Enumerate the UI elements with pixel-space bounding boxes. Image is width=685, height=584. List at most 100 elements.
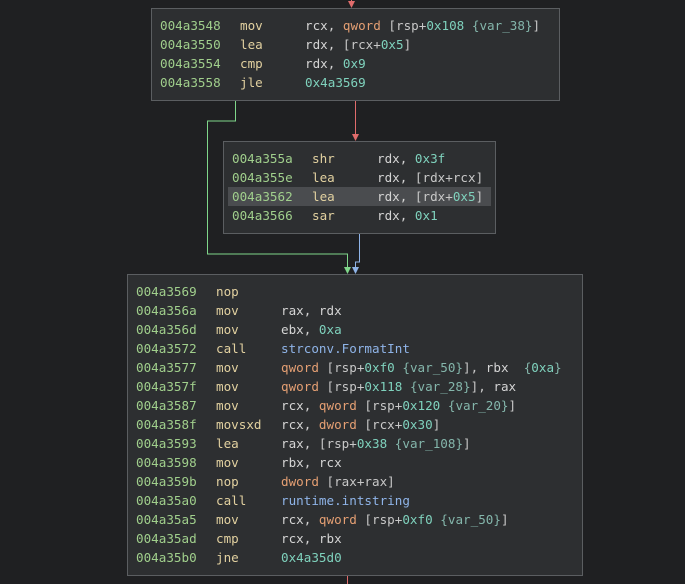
operand-token-num: 0x5 — [452, 189, 476, 204]
operand-token-punct — [464, 18, 472, 33]
instruction-address[interactable]: 004a3550 — [160, 35, 221, 54]
instruction-mnemonic: lea — [312, 189, 335, 204]
instruction-address[interactable]: 004a3593 — [136, 434, 197, 453]
instruction-line[interactable]: 004a3577 mov qword [rsp+0xf0 {var_50}], rb… — [132, 358, 578, 377]
operand-token-punct: [rsp+ — [326, 360, 365, 375]
instruction-mnemonic: mov — [216, 360, 239, 375]
basic-block-004a3548[interactable]: 004a3548 mov rcx, qword [rsp+0x108 {var_38… — [151, 8, 560, 101]
basic-block-004a355a[interactable]: 004a355a shr rdx, 0x3f 004a355e lea rdx, [rdx… — [223, 141, 496, 234]
instruction-mnemonic: mov — [216, 398, 239, 413]
instruction-line[interactable]: 004a355a shr rdx, 0x3f — [228, 149, 491, 168]
instruction-line[interactable]: 004a3554 cmp rdx, 0x9 — [156, 54, 555, 73]
instruction-address[interactable]: 004a3569 — [136, 282, 197, 301]
operand-token-sym[interactable]: runtime.intstring — [281, 493, 410, 508]
instruction-address[interactable]: 004a35ad — [136, 529, 197, 548]
instruction-address[interactable]: 004a3566 — [232, 206, 293, 225]
instruction-address[interactable]: 004a35b0 — [136, 548, 197, 567]
instruction-line[interactable]: 004a3566 sar rdx, 0x1 — [228, 206, 491, 225]
operand-token-punct: [rsp+ — [364, 512, 403, 527]
instruction-address[interactable]: 004a359b — [136, 472, 197, 491]
instruction-line[interactable]: 004a3587 mov rcx, qword [rsp+0x120 {var_20… — [132, 396, 578, 415]
instruction-line[interactable]: 004a35a0 call runtime.intstring — [132, 491, 578, 510]
edge-unconditional-arrow — [352, 267, 359, 274]
operand-token-punct: [rax+rax] — [326, 474, 395, 489]
instruction-operands: rdx, [rdx+0x5] — [377, 187, 483, 206]
instruction-operands: rdx, 0x1 — [377, 206, 438, 225]
operand-token-num[interactable]: 0x4a35d0 — [281, 550, 342, 565]
instruction-line[interactable]: 004a3593 lea rax, [rsp+0x38 {var_108}] — [132, 434, 578, 453]
instruction-operands: runtime.intstring — [281, 491, 410, 510]
instruction-address[interactable]: 004a3587 — [136, 396, 197, 415]
instruction-address[interactable]: 004a358f — [136, 415, 197, 434]
operand-token-kw: qword — [318, 512, 365, 527]
operand-token-reg: ebx, — [281, 322, 319, 337]
operand-token-num: 0x9 — [342, 56, 366, 71]
instruction-line[interactable]: 004a3558 jle 0x4a3569 — [156, 73, 555, 92]
operand-token-punct: [rsp+ — [318, 436, 357, 451]
instruction-address[interactable]: 004a35a0 — [136, 491, 197, 510]
instruction-operands: rdx, [rcx+0x5] — [305, 35, 411, 54]
operand-token-num: 0x3f — [414, 151, 446, 166]
instruction-line[interactable]: 004a3598 mov rbx, rcx — [132, 453, 578, 472]
operand-token-punct: ] — [500, 512, 509, 527]
instruction-line[interactable]: 004a3550 lea rdx, [rcx+0x5] — [156, 35, 555, 54]
instruction-operands: rax, rdx — [281, 301, 342, 320]
instruction-address[interactable]: 004a3572 — [136, 339, 197, 358]
basic-block-004a3569[interactable]: 004a3569 nop 004a356a mov rax, rdx 004a356d mo… — [127, 274, 583, 576]
instruction-line[interactable]: 004a3562 lea rdx, [rdx+0x5] — [228, 187, 491, 206]
control-flow-graph-view[interactable]: 004a3548 mov rcx, qword [rsp+0x108 {var_38… — [0, 0, 685, 584]
instruction-line[interactable]: 004a357f mov qword [rsp+0x118 {var_28}], r… — [132, 377, 578, 396]
instruction-line[interactable]: 004a35a5 mov rcx, qword [rsp+0xf0 {var_50}… — [132, 510, 578, 529]
instruction-line[interactable]: 004a356d mov ebx, 0xa — [132, 320, 578, 339]
instruction-operands: 0x4a3569 — [305, 73, 366, 92]
operand-token-num: 0x1 — [414, 208, 438, 223]
operand-token-sym[interactable]: strconv.FormatInt — [281, 341, 410, 356]
operand-token-reg: rcx, — [281, 417, 319, 432]
instruction-line[interactable]: 004a3569 nop — [132, 282, 578, 301]
operand-token-var: {var_28} — [409, 379, 471, 394]
instruction-line[interactable]: 004a355e lea rdx, [rdx+rcx] — [228, 168, 491, 187]
instruction-address[interactable]: 004a356d — [136, 320, 197, 339]
operand-token-punct: [rdx+ — [414, 189, 453, 204]
instruction-line[interactable]: 004a35ad cmp rcx, rbx — [132, 529, 578, 548]
instruction-mnemonic: mov — [216, 455, 239, 470]
instruction-address[interactable]: 004a3562 — [232, 187, 293, 206]
instruction-address[interactable]: 004a3558 — [160, 73, 221, 92]
instruction-line[interactable]: 004a3572 call strconv.FormatInt — [132, 339, 578, 358]
operand-token-var: } — [554, 360, 562, 375]
operand-token-reg: rdx, — [377, 189, 415, 204]
operand-token-kw: qword — [281, 360, 327, 375]
instruction-operands: rdx, [rdx+rcx] — [377, 168, 483, 187]
operand-token-kw: dword — [318, 417, 365, 432]
instruction-address[interactable]: 004a3598 — [136, 453, 197, 472]
instruction-line[interactable]: 004a358f movsxd rcx, dword [rcx+0x30] — [132, 415, 578, 434]
instruction-address[interactable]: 004a35a5 — [136, 510, 197, 529]
instruction-line[interactable]: 004a3548 mov rcx, qword [rsp+0x108 {var_38… — [156, 16, 555, 35]
instruction-line[interactable]: 004a356a mov rax, rdx — [132, 301, 578, 320]
instruction-address[interactable]: 004a3554 — [160, 54, 221, 73]
operand-token-num[interactable]: 0x4a3569 — [305, 75, 366, 90]
instruction-line[interactable]: 004a359b nop dword [rax+rax] — [132, 472, 578, 491]
instruction-line[interactable]: 004a35b0 jne 0x4a35d0 — [132, 548, 578, 567]
operand-token-reg: rdx, — [377, 208, 415, 223]
operand-token-punct — [440, 398, 448, 413]
instruction-address[interactable]: 004a356a — [136, 301, 197, 320]
instruction-operands: rbx, rcx — [281, 453, 342, 472]
instruction-mnemonic: mov — [216, 512, 239, 527]
instruction-operands: rcx, qword [rsp+0xf0 {var_50}] — [281, 510, 509, 529]
instruction-address[interactable]: 004a3577 — [136, 358, 197, 377]
operand-token-kw: dword — [281, 474, 327, 489]
operand-token-reg: rdx, — [377, 170, 415, 185]
instruction-operands: ebx, 0xa — [281, 320, 342, 339]
instruction-address[interactable]: 004a357f — [136, 377, 197, 396]
instruction-address[interactable]: 004a3548 — [160, 16, 221, 35]
instruction-operands: rax, [rsp+0x38 {var_108}] — [281, 434, 471, 453]
operand-token-num: 0x108 — [426, 18, 465, 33]
instruction-operands: qword [rsp+0xf0 {var_50}], rbx {0xa} — [281, 358, 562, 377]
operand-token-punct: [rsp+ — [388, 18, 427, 33]
operand-token-num: 0xa — [318, 322, 342, 337]
instruction-mnemonic: call — [216, 493, 247, 508]
operand-token-punct: [rcx+ — [364, 417, 403, 432]
instruction-address[interactable]: 004a355a — [232, 149, 293, 168]
instruction-address[interactable]: 004a355e — [232, 168, 293, 187]
